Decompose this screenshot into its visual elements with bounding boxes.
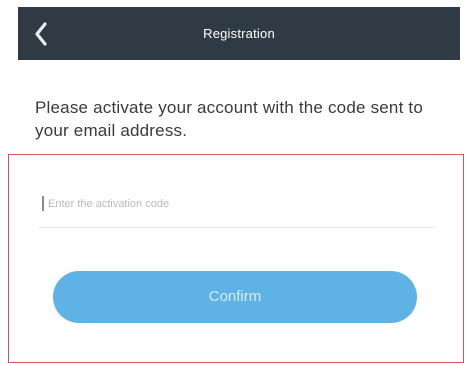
registration-screen: Registration Please activate your accoun… <box>0 0 466 365</box>
text-cursor <box>42 196 44 211</box>
top-bar: Registration <box>18 7 460 60</box>
activation-code-field[interactable] <box>39 190 434 228</box>
confirm-button[interactable]: Confirm <box>53 271 417 323</box>
page-title: Registration <box>203 26 275 41</box>
activation-form: Confirm <box>8 154 464 363</box>
activation-message: Please activate your account with the co… <box>35 98 424 140</box>
activation-code-input[interactable] <box>48 190 428 218</box>
